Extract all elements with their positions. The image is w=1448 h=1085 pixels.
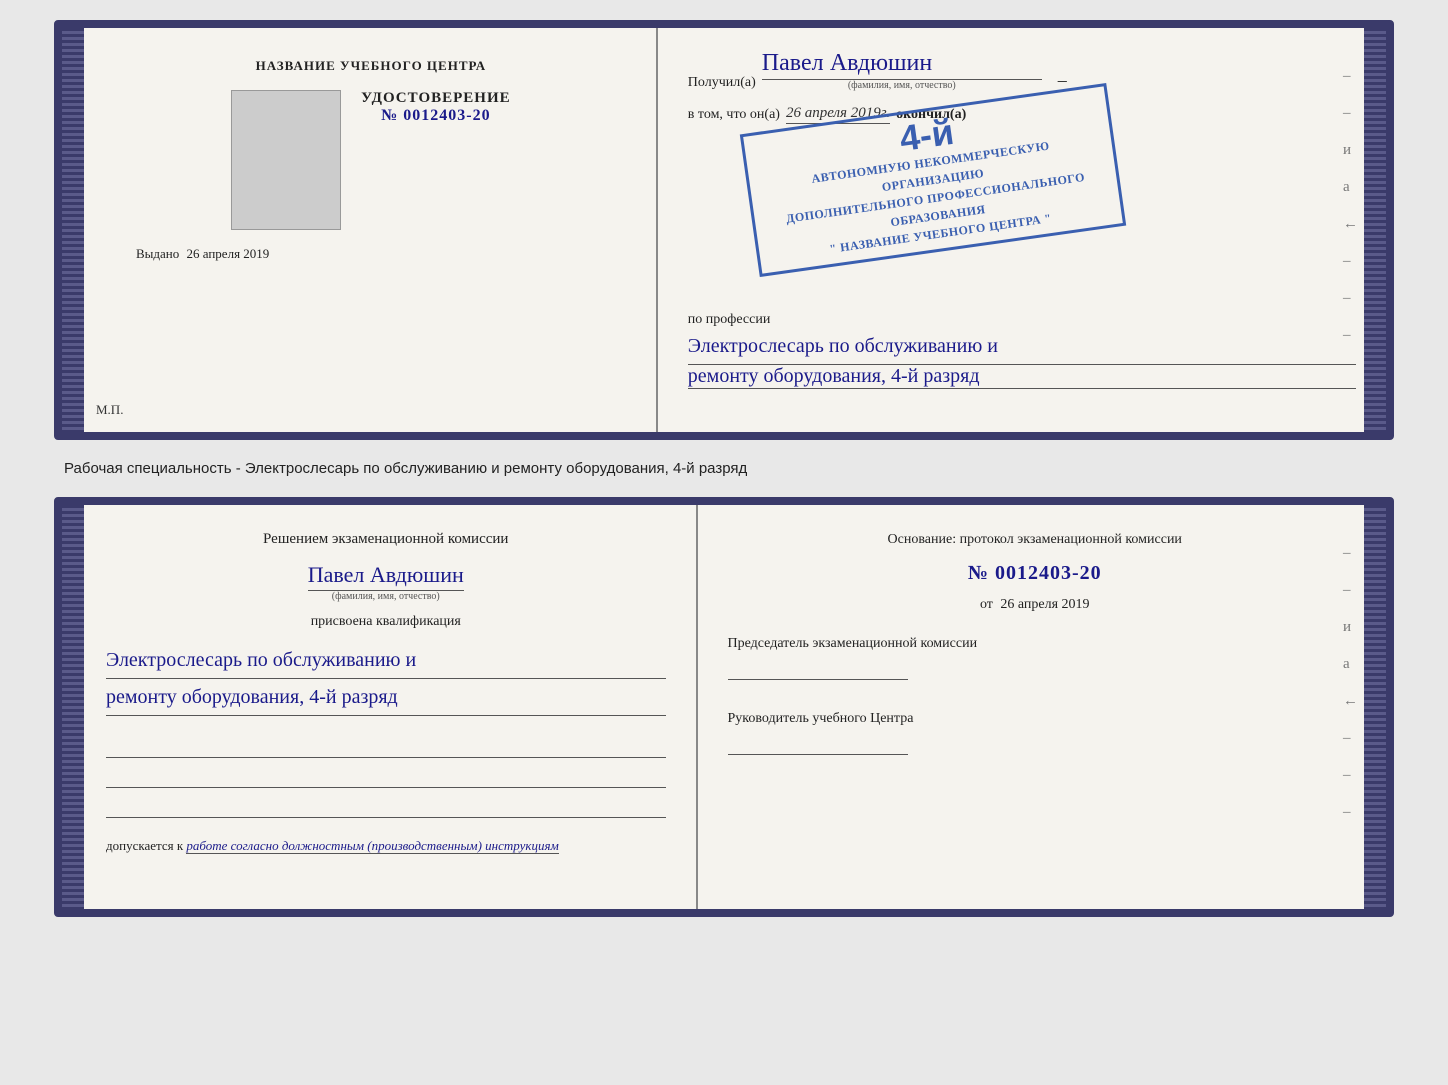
stamp-line3: " НАЗВАНИЕ УЧЕБНОГО ЦЕНТРА ": [771, 201, 1110, 266]
document-top: НАЗВАНИЕ УЧЕБНОГО ЦЕНТРА УДОСТОВЕРЕНИЕ №…: [54, 20, 1394, 440]
signature-lines: [106, 736, 666, 818]
doc-bottom-right: Основание: протокол экзаменационной коми…: [698, 505, 1386, 909]
stamp-line2: ДОПОЛНИТЕЛЬНОГО ПРОФЕССИОНАЛЬНОГО ОБРАЗО…: [766, 165, 1108, 248]
school-name-top: НАЗВАНИЕ УЧЕБНОГО ЦЕНТРА: [256, 58, 487, 74]
chairman-block: Председатель экзаменационной комиссии: [728, 633, 1342, 680]
dopuskaetsya-label: допускается к: [106, 838, 183, 853]
udostoverenie-title: УДОСТОВЕРЕНИЕ: [361, 90, 511, 107]
doc-left: НАЗВАНИЕ УЧЕБНОГО ЦЕНТРА УДОСТОВЕРЕНИЕ №…: [62, 28, 658, 432]
document-bottom: Решением экзаменационной комиссии Павел …: [54, 497, 1394, 917]
vydano-label: Выдано: [136, 246, 179, 261]
photo-placeholder: [231, 90, 341, 230]
rukovoditel-block: Руководитель учебного Центра: [728, 708, 1342, 755]
protocol-num: № 0012403-20: [728, 562, 1342, 585]
stamp-text: АВТОНОМНУЮ НЕКОММЕРЧЕСКУЮ ОРГАНИЗАЦИЮ ДО…: [761, 130, 1110, 266]
sig-line-1: [106, 736, 666, 758]
doc-bottom-left: Решением экзаменационной комиссии Павел …: [62, 505, 698, 909]
profession-line1: Электрослесарь по обслуживанию и: [688, 328, 1356, 365]
recipient-name: Павел Авдюшин: [762, 48, 1042, 80]
sig-line-2: [106, 766, 666, 788]
fio-label-top: (фамилия, имя, отчество): [848, 80, 956, 91]
spine-bottom-right: [1364, 505, 1386, 909]
qualification-block: Электрослесарь по обслуживанию и ремонту…: [106, 642, 666, 716]
vtom-date: 26 апреля 2019г.: [786, 105, 890, 124]
bottom-person-name: Павел Авдюшин: [308, 562, 464, 591]
right-dashes-bottom: – – и а ← – – –: [1343, 545, 1358, 821]
qualification-line2: ремонту оборудования, 4-й разряд: [106, 679, 666, 716]
vydano-line: Выдано 26 апреля 2019: [136, 246, 626, 262]
chairman-sig-line: [728, 658, 908, 680]
chairman-label: Председатель экзаменационной комиссии: [728, 633, 1342, 654]
rukovoditel-label: Руководитель учебного Центра: [728, 708, 1342, 729]
okonchil-label: окончил(а): [896, 107, 966, 123]
osnovanie-text: Основание: протокол экзаменационной коми…: [728, 529, 1342, 550]
bottom-fio-label: (фамилия, имя, отчество): [332, 591, 440, 602]
doc-left-inner: НАЗВАНИЕ УЧЕБНОГО ЦЕНТРА УДОСТОВЕРЕНИЕ №…: [92, 58, 626, 262]
vydano-date: 26 апреля 2019: [187, 246, 270, 261]
profession-block: по профессии Электрослесарь по обслужива…: [688, 312, 1356, 389]
vtom-label: в том, что он(а): [688, 107, 780, 123]
right-dashes-top: – – и а ← – – –: [1343, 68, 1358, 344]
doc-right: Получил(а) Павел Авдюшин (фамилия, имя, …: [658, 28, 1386, 432]
spine-right: [1364, 28, 1386, 432]
stamp-line1: АВТОНОМНУЮ НЕКОММЕРЧЕСКУЮ ОРГАНИЗАЦИЮ: [761, 130, 1103, 213]
po-professii-label: по профессии: [688, 312, 1356, 328]
dopuskaetsya-block: допускается к работе согласно должностны…: [106, 838, 666, 854]
ot-date-value: 26 апреля 2019: [1000, 597, 1089, 612]
mp-label: М.П.: [96, 402, 123, 418]
resheniem-title: Решением экзаменационной комиссии: [106, 529, 666, 550]
poluchil-label: Получил(а): [688, 75, 756, 91]
qualification-line1: Электрослесарь по обслуживанию и: [106, 642, 666, 679]
speciality-text: Рабочая специальность - Электрослесарь п…: [54, 456, 1394, 481]
bottom-name-block: Павел Авдюшин (фамилия, имя, отчество): [106, 562, 666, 602]
ot-date: от 26 апреля 2019: [728, 597, 1342, 613]
udostoverenie-num: № 0012403-20: [361, 107, 511, 125]
profession-line2: ремонту оборудования, 4-й разряд: [688, 365, 1356, 389]
poluchil-row: Получил(а) Павел Авдюшин (фамилия, имя, …: [688, 48, 1356, 91]
ot-label: от: [980, 597, 993, 612]
udostoverenie-block: УДОСТОВЕРЕНИЕ № 0012403-20: [361, 90, 511, 125]
vtom-row: в том, что он(а) 26 апреля 2019г. окончи…: [688, 105, 1356, 124]
prisvoena-label: присвоена квалификация: [106, 614, 666, 630]
stamp-block: 4-й АВТОНОМНУЮ НЕКОММЕРЧЕСКУЮ ОРГАНИЗАЦИ…: [688, 138, 1356, 238]
rukovoditel-sig-line: [728, 733, 908, 755]
dopuskaetsya-value: работе согласно должностным (производств…: [186, 838, 558, 854]
sig-line-3: [106, 796, 666, 818]
